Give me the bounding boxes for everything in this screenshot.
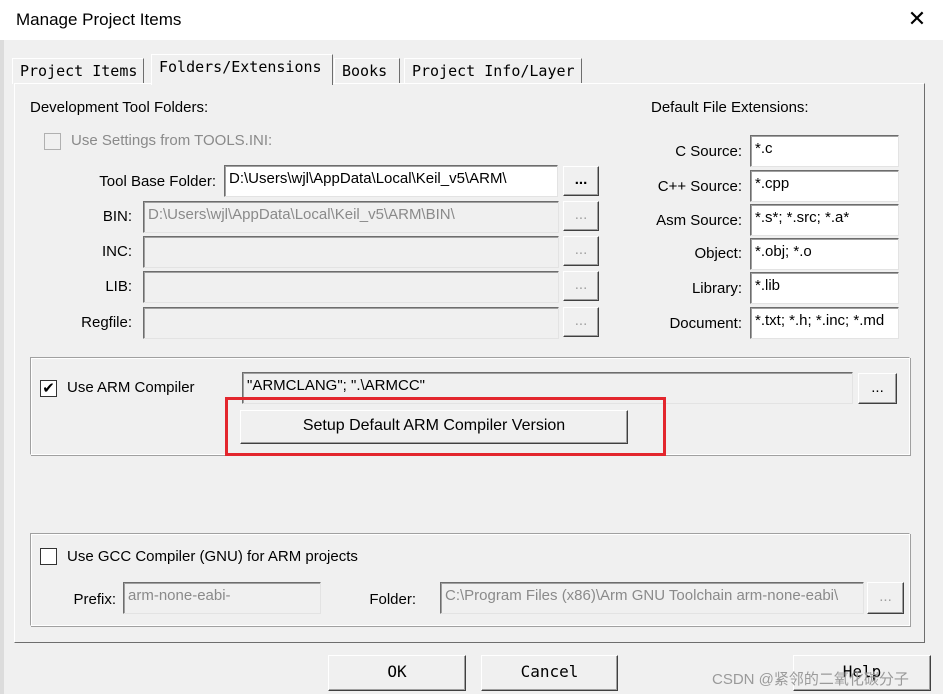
cpp-source-label: C++ Source: [657,178,742,195]
inc-label: INC: [102,243,132,260]
asm-source-input[interactable]: *.s*; *.src; *.a* [750,204,899,236]
gcc-folder-input[interactable]: C:\Program Files (x86)\Arm GNU Toolchain… [440,582,864,614]
tool-base-folder-input[interactable]: D:\Users\wjl\AppData\Local\Keil_v5\ARM\ [224,165,558,197]
dev-folders-heading: Development Tool Folders: [30,99,209,116]
cancel-button[interactable]: Cancel [481,655,618,691]
title-bar: Manage Project Items ✕ [0,0,943,40]
left-edge [0,40,4,694]
regfile-label: Regfile: [81,314,132,331]
arm-compiler-browse-button[interactable]: ... [858,373,897,404]
use-arm-compiler-label: Use ARM Compiler [67,379,195,396]
setup-default-arm-compiler-button[interactable]: Setup Default ARM Compiler Version [240,410,628,444]
ok-button[interactable]: OK [328,655,466,691]
bin-label: BIN: [102,208,132,225]
gcc-folder-browse-button[interactable]: ... [867,582,904,614]
use-arm-compiler-checkbox[interactable]: ✔ [40,380,57,397]
lib-browse-button[interactable]: ... [563,271,599,301]
tab-folders-extensions[interactable]: Folders/Extensions [151,54,333,85]
use-gcc-compiler-checkbox[interactable] [40,548,57,565]
library-input[interactable]: *.lib [750,272,899,304]
c-source-input[interactable]: *.c [750,135,899,167]
tab-project-items[interactable]: Project Items [12,58,144,84]
library-label: Library: [691,280,742,297]
arm-compiler-input[interactable]: "ARMCLANG"; ".\ARMCC" [242,372,853,404]
tab-books[interactable]: Books [334,58,400,84]
use-gcc-compiler-label: Use GCC Compiler (GNU) for ARM projects [67,548,358,565]
regfile-browse-button[interactable]: ... [563,307,599,337]
document-label: Document: [669,315,742,332]
tool-base-browse-button[interactable]: ... [563,166,599,196]
inc-browse-button[interactable]: ... [563,236,599,266]
bin-input[interactable]: D:\Users\wjl\AppData\Local\Keil_v5\ARM\B… [143,201,559,233]
cpp-source-input[interactable]: *.cpp [750,170,899,202]
lib-label: LIB: [105,278,132,295]
asm-source-label: Asm Source: [656,212,742,229]
tab-project-info-layer[interactable]: Project Info/Layer [404,58,582,84]
object-input[interactable]: *.obj; *.o [750,238,899,270]
lib-input[interactable] [143,271,559,303]
prefix-label: Prefix: [73,591,116,608]
extensions-heading: Default File Extensions: [651,99,809,116]
use-tools-ini-checkbox[interactable] [44,133,61,150]
prefix-input[interactable]: arm-none-eabi- [123,582,321,614]
close-icon[interactable]: ✕ [904,6,930,32]
folder-label: Folder: [369,591,416,608]
bin-browse-button[interactable]: ... [563,201,599,231]
c-source-label: C Source: [675,143,742,160]
document-input[interactable]: *.txt; *.h; *.inc; *.md [750,307,899,339]
object-label: Object: [694,245,742,262]
regfile-input[interactable] [143,307,559,339]
watermark: CSDN @紧邻的二氧化碳分子 [712,671,909,688]
tool-base-folder-label: Tool Base Folder: [99,173,216,190]
inc-input[interactable] [143,236,559,268]
window-title: Manage Project Items [16,10,182,29]
use-tools-ini-label: Use Settings from TOOLS.INI: [71,132,273,149]
